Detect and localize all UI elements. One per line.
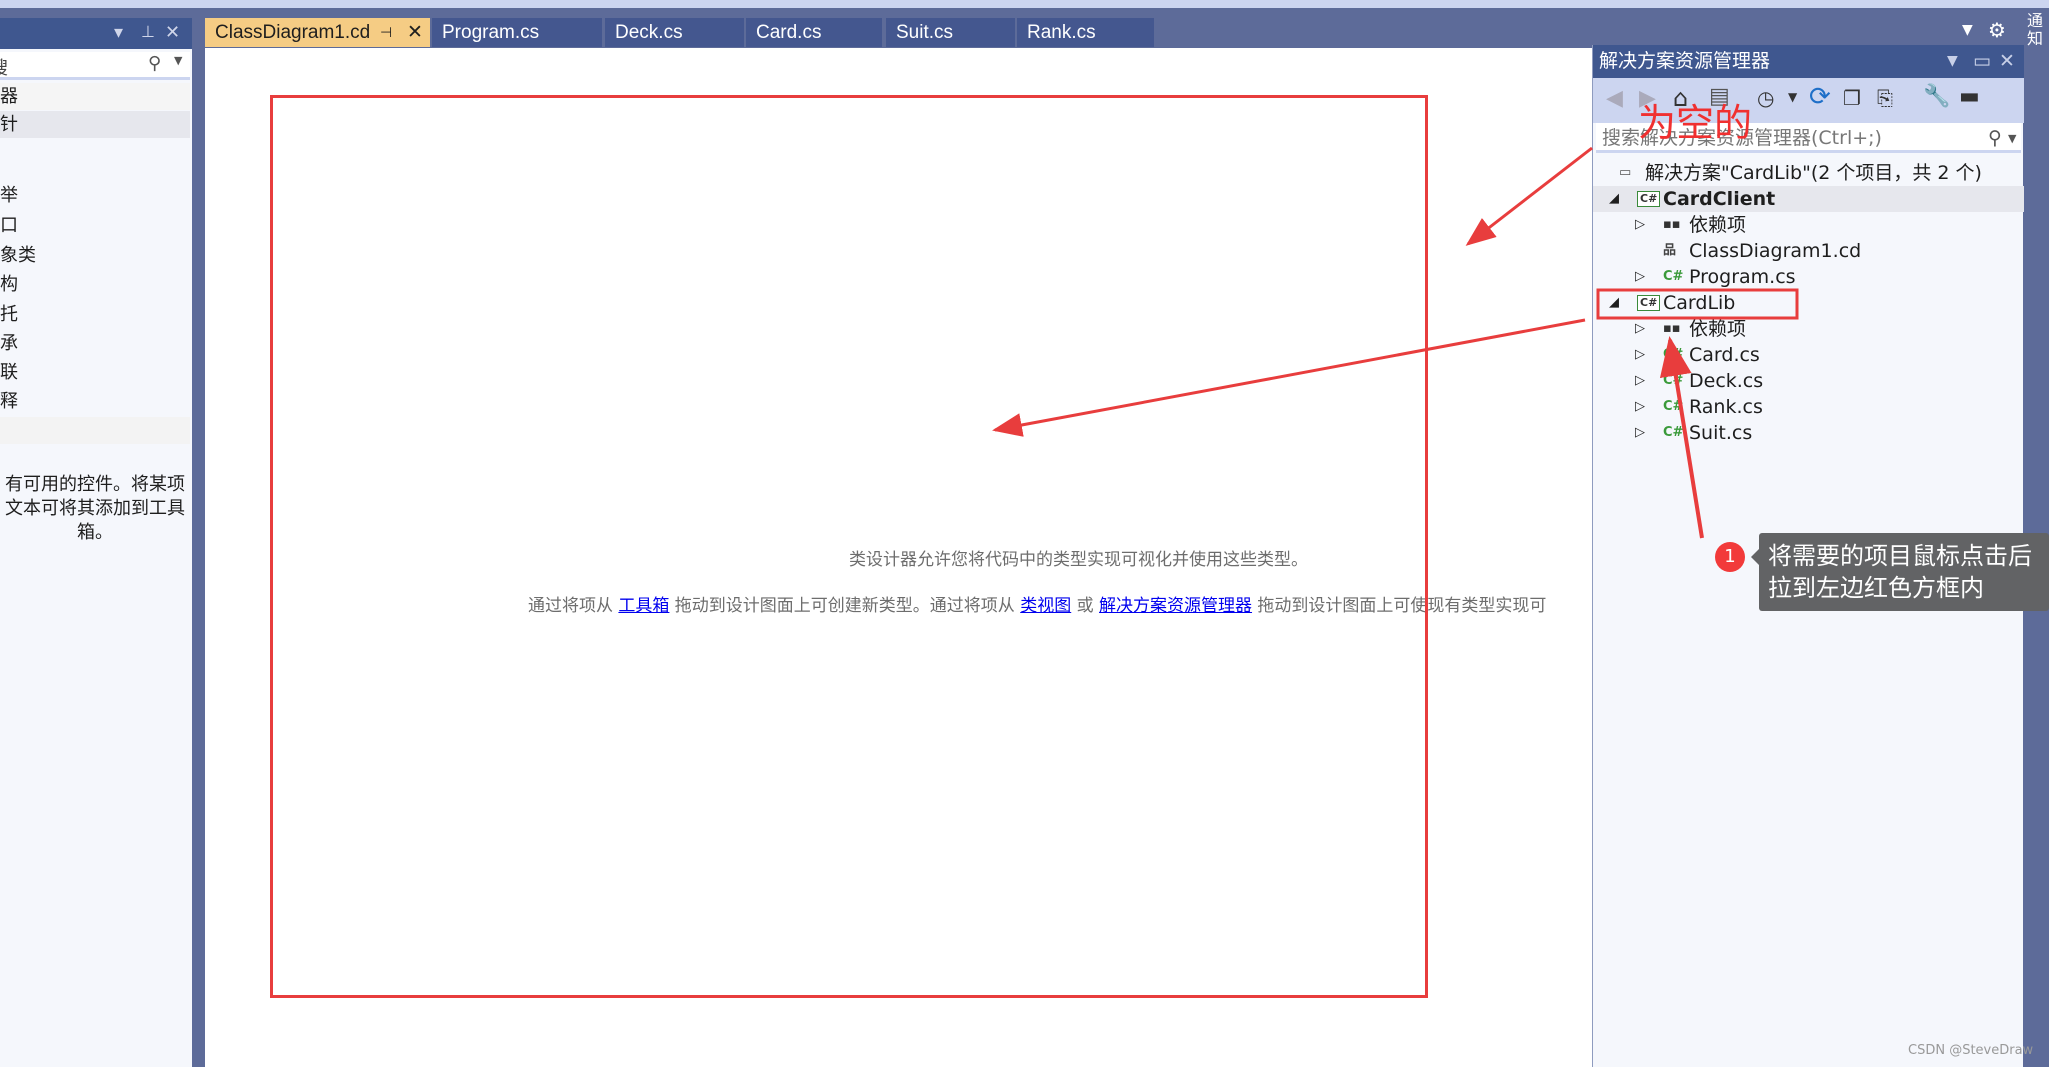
annotation-arrows [992,146,1799,539]
arrow-to-canvas [992,318,1586,437]
cardlib-highlight [1596,288,1799,320]
instruction-callout: 将需要的项目鼠标点击后 拉到左边红色方框内 [1751,533,2049,611]
watermark: CSDN @SteveDraw [1908,1043,2034,1058]
arrow-from-callout [1659,336,1704,539]
arrow-to-empty [1465,146,1593,246]
step-badge: 1 [1715,542,1745,572]
empty-annotation: 为空的 [1638,101,1753,145]
